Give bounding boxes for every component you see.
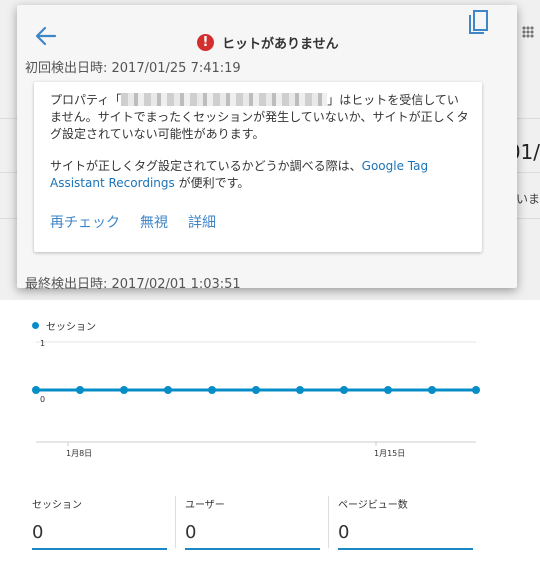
legend-swatch [32, 322, 39, 329]
metric-underline [32, 548, 167, 550]
x-tick-label: 1月15日 [374, 449, 405, 458]
apps-grid-icon[interactable] [522, 26, 534, 38]
metric-label: ページビュー数 [338, 500, 408, 511]
data-point [76, 386, 84, 394]
message-text: プロパティ「 」はヒットを受信していません。サイトでまったくセッションが発生してい… [50, 92, 470, 143]
ignore-button[interactable]: 無視 [140, 212, 168, 232]
data-point [164, 386, 172, 394]
metric-value: 0 [185, 522, 197, 543]
data-point [384, 386, 392, 394]
sessions-line-chart: 1 0 1月8日 1月15日 [32, 339, 480, 458]
metric-underline [185, 548, 320, 550]
back-arrow-icon[interactable] [33, 25, 59, 47]
metric-value: 0 [32, 522, 44, 543]
data-point [208, 386, 216, 394]
popup-title: ! ヒットがありません [197, 31, 339, 53]
data-point [120, 386, 128, 394]
alert-icon: ! [197, 33, 214, 51]
metric-users[interactable]: ユーザー 0 [185, 496, 320, 550]
message2-prefix: サイトが正しくタグ設定されているかどうか調べる際は、 [50, 159, 362, 173]
message-text-2: サイトが正しくタグ設定されているかどうか調べる際は、Google Tag Ass… [50, 158, 470, 192]
message2-suffix: が便利です。 [174, 176, 250, 190]
first-detected-time: 初回検出日時: 2017/01/25 7:41:19 [25, 61, 241, 76]
metric-pageviews[interactable]: ページビュー数 0 [338, 496, 473, 550]
details-button[interactable]: 詳細 [188, 212, 216, 232]
data-point [472, 386, 480, 394]
x-tick-label: 1月8日 [66, 449, 92, 458]
last-detected-time: 最終検出日時: 2017/02/01 1:03:51 [25, 277, 241, 292]
metric-divider [328, 496, 329, 548]
metric-label: セッション [32, 500, 82, 511]
metric-value: 0 [338, 522, 350, 543]
data-point [428, 386, 436, 394]
y-tick-label: 1 [40, 339, 45, 348]
redacted-property-name [121, 93, 328, 106]
metric-divider [175, 496, 176, 548]
data-point [296, 386, 304, 394]
metric-underline [338, 548, 473, 550]
metric-sessions[interactable]: セッション 0 [32, 496, 167, 550]
metric-label: ユーザー [185, 500, 225, 511]
message-prefix: プロパティ「 [50, 93, 122, 107]
data-point [32, 386, 40, 394]
y-tick-label: 0 [40, 395, 45, 404]
text-fragment: いま [515, 192, 540, 206]
data-point [340, 386, 348, 394]
popup-title-text: ヒットがありません [222, 36, 339, 52]
no-hits-popup: ! ヒットがありません 初回検出日時: 2017/01/25 7:41:19 プ… [17, 5, 517, 292]
popup-actions: 再チェック 無視 詳細 [50, 212, 216, 232]
recheck-button[interactable]: 再チェック [50, 212, 120, 232]
copy-icon[interactable] [465, 9, 491, 39]
message-card: プロパティ「 」はヒットを受信していません。サイトでまったくセッションが発生してい… [34, 82, 482, 252]
data-point [252, 386, 260, 394]
